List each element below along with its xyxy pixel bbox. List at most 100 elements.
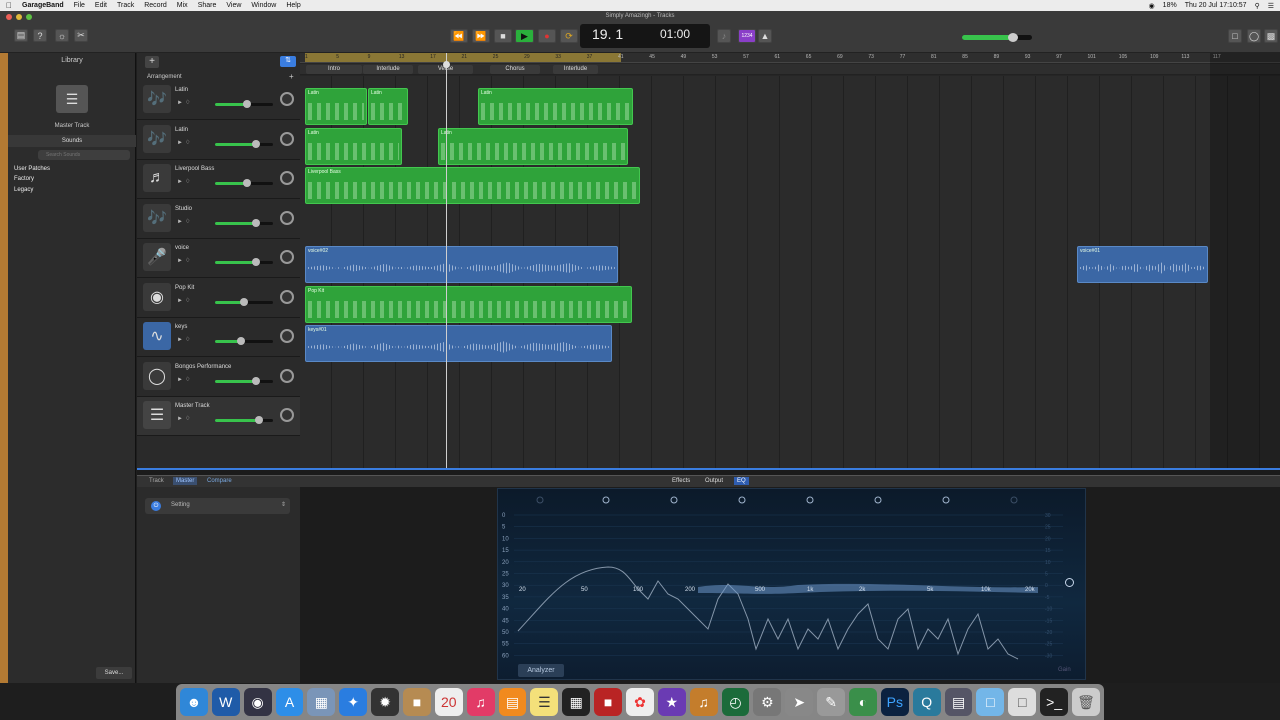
movie-icon[interactable]: ▦	[562, 688, 591, 716]
sounds-search-input[interactable]	[38, 150, 130, 160]
track-name[interactable]: Studio	[175, 206, 192, 212]
track-volume-slider[interactable]	[215, 100, 273, 108]
preview-icon[interactable]: ▦	[307, 688, 336, 716]
launchpad-icon[interactable]: ✹	[371, 688, 400, 716]
track-header[interactable]: ♬ Liverpool Bass ►♢	[137, 160, 300, 199]
mute-solo-icons[interactable]: ►♢	[177, 336, 192, 343]
track-volume-slider[interactable]	[215, 139, 273, 148]
globe-icon[interactable]: ◐	[849, 688, 877, 716]
eq-band-handle[interactable]	[942, 496, 950, 504]
track-header[interactable]: 🎶 Latin ►♢	[137, 121, 300, 160]
audio-region[interactable]: keys#01	[305, 325, 612, 362]
midi-region[interactable]: Latin	[305, 88, 367, 125]
volume-knob[interactable]	[242, 100, 251, 108]
midi-region[interactable]: Latin	[438, 127, 628, 165]
track-header[interactable]: 🎶 Studio ►♢	[137, 200, 300, 239]
volume-knob[interactable]	[251, 376, 260, 385]
photos-icon[interactable]: ✿	[626, 688, 654, 716]
app-store-icon[interactable]: A	[275, 688, 304, 716]
master-volume-slider[interactable]	[962, 33, 1032, 42]
save-preset-button[interactable]: Save...	[96, 667, 132, 679]
track-header[interactable]: ∿ keys ►♢	[137, 318, 300, 357]
imovie-icon[interactable]: ★	[657, 688, 686, 716]
category-user-patches[interactable]: User Patches	[14, 166, 50, 172]
eq-band-handle[interactable]	[536, 496, 544, 504]
arrangement-marker[interactable]: Interlude	[363, 65, 413, 74]
safari-icon[interactable]: ✦	[339, 688, 368, 716]
pan-knob[interactable]	[280, 329, 294, 343]
pan-knob[interactable]	[280, 210, 294, 225]
track-name[interactable]: Pop Kit	[175, 285, 194, 291]
notepad-icon[interactable]: □	[1228, 29, 1242, 43]
word-icon[interactable]: W	[211, 688, 240, 716]
track-header[interactable]: ☰ Master Track ►♢	[137, 397, 300, 436]
track-volume-slider[interactable]	[215, 376, 273, 385]
garageband-icon[interactable]: ♫	[689, 688, 718, 716]
metronome-icon[interactable]: ▲	[758, 29, 772, 43]
master-volume-knob[interactable]	[1008, 33, 1018, 42]
library-toggle-icon[interactable]: ▤	[14, 29, 28, 42]
track-volume-slider[interactable]	[215, 218, 273, 227]
track-name[interactable]: Bongos Performance	[175, 364, 231, 370]
fast-forward-button[interactable]: ⏩	[472, 29, 490, 43]
volume-knob[interactable]	[254, 416, 263, 424]
loop-browser-icon[interactable]: ◯	[1247, 29, 1261, 43]
pan-knob[interactable]	[280, 368, 294, 383]
pan-knob[interactable]	[280, 92, 294, 106]
track-volume-slider[interactable]	[215, 179, 273, 187]
editors-icon[interactable]: ✂	[74, 29, 88, 42]
window-icon[interactable]: □	[1008, 688, 1037, 716]
track-volume-slider[interactable]	[215, 416, 273, 424]
itunes-icon[interactable]: ♫	[466, 688, 495, 716]
track-volume-slider[interactable]	[215, 258, 273, 266]
menu-help[interactable]: Help	[286, 2, 300, 9]
tab-effects[interactable]: Effects	[672, 478, 690, 484]
trash-icon[interactable]: 🗑	[1072, 688, 1100, 716]
folder-icon[interactable]: □	[976, 688, 1005, 716]
power-icon[interactable]: ⏻	[151, 501, 161, 511]
pan-knob[interactable]	[280, 131, 294, 146]
siri-icon[interactable]: ◉	[243, 688, 272, 716]
eq-band-handle[interactable]	[874, 496, 882, 504]
tab-compare[interactable]: Compare	[207, 478, 232, 484]
wifi-icon[interactable]: ◉	[1149, 2, 1155, 10]
eq-band-handle[interactable]	[1010, 496, 1018, 504]
midi-region[interactable]: Latin	[305, 127, 402, 165]
terminal-icon[interactable]: >_	[1040, 688, 1069, 716]
search-icon[interactable]: ⚲	[1255, 2, 1260, 10]
calendar-icon[interactable]: 20	[434, 688, 463, 716]
system-preferences-icon[interactable]: ⚙	[753, 688, 782, 716]
play-button[interactable]: ▶	[515, 29, 534, 43]
pan-knob[interactable]	[280, 250, 294, 264]
track-header[interactable]: ◉ Pop Kit ►♢	[137, 279, 300, 318]
analyzer-button[interactable]: Analyzer	[518, 664, 564, 677]
rewind-button[interactable]: ⏪	[450, 29, 468, 43]
tuner-icon[interactable]: ♪	[717, 29, 731, 43]
finder-icon[interactable]: ☻	[180, 688, 208, 716]
menu-window[interactable]: Window	[251, 2, 276, 9]
pencil-icon[interactable]: ✎	[817, 688, 846, 716]
sounds-header[interactable]: Sounds	[8, 135, 136, 147]
tab-master[interactable]: Master	[173, 477, 198, 485]
track-volume-slider[interactable]	[215, 337, 273, 345]
archive-icon[interactable]: ▤	[944, 688, 973, 716]
arrangement-marker[interactable]: Interlude	[553, 65, 598, 74]
eq-graph[interactable]: 051015202530354045505560302520151050-5-1…	[498, 489, 1087, 681]
track-name[interactable]: Liverpool Bass	[175, 166, 214, 172]
photo-booth-icon[interactable]: ■	[594, 688, 623, 716]
smart-tempo-icon[interactable]: ⇅	[280, 56, 296, 67]
eq-band-handle[interactable]	[602, 496, 610, 504]
eq-band-handle[interactable]	[670, 496, 678, 504]
mute-solo-icons[interactable]: ►♢	[177, 257, 192, 264]
pan-knob[interactable]	[280, 408, 294, 422]
mute-solo-icons[interactable]: ►♢	[177, 178, 192, 185]
ibooks-icon[interactable]: ▤	[498, 688, 527, 716]
notes-icon[interactable]: ☰	[530, 688, 559, 716]
volume-knob[interactable]	[240, 297, 248, 306]
add-marker-button[interactable]: +	[289, 72, 294, 81]
arrangement-marker[interactable]: Intro	[306, 65, 362, 74]
volume-knob[interactable]	[242, 179, 251, 187]
track-name[interactable]: Master Track	[175, 403, 210, 409]
photoshop-icon[interactable]: Ps	[880, 688, 909, 716]
tab-output[interactable]: Output	[705, 478, 723, 484]
